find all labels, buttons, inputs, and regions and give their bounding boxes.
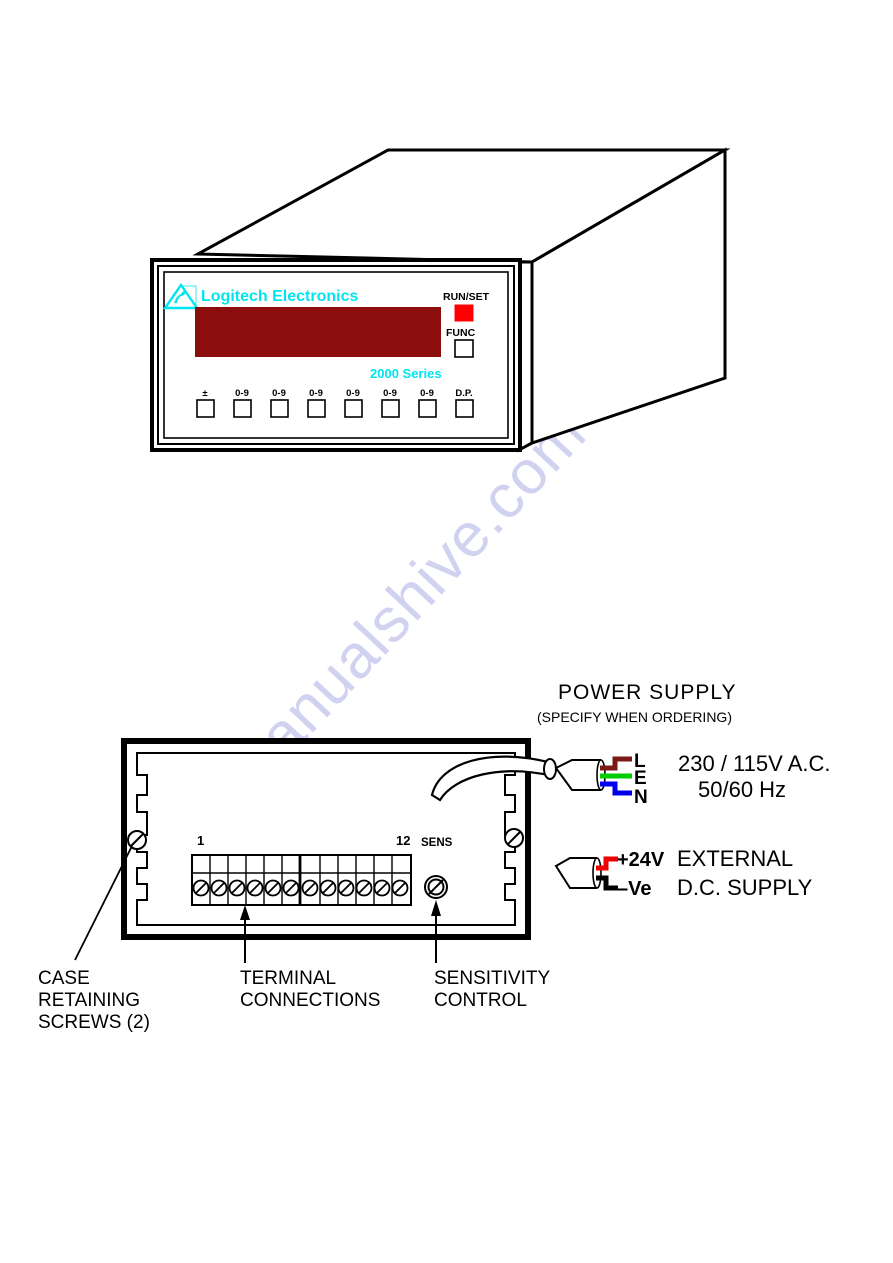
- series-label: 2000 Series: [370, 366, 442, 381]
- dc-connector-icon: [554, 857, 602, 889]
- caption-line: CONNECTIONS: [240, 990, 380, 1011]
- keypad-key-box[interactable]: [233, 399, 252, 418]
- caption-terminal-connections: TERMINAL CONNECTIONS: [240, 968, 380, 1011]
- keypad-key-label: 0-9: [346, 388, 360, 399]
- func-label: FUNC: [446, 327, 476, 339]
- func-button[interactable]: [454, 339, 474, 358]
- run-set-label: RUN/SET: [443, 291, 490, 303]
- caption-case-screws: CASE RETAINING SCREWS (2): [38, 968, 150, 1033]
- caption-line: SENSITIVITY: [434, 968, 550, 989]
- terminal-screw: [192, 879, 210, 897]
- ac-wire-label-n: N: [634, 787, 648, 808]
- terminal-screw: [391, 879, 409, 897]
- technical-diagram-page: manualshive.com Logitech Electronics 200…: [0, 0, 893, 1263]
- captions: CASE RETAINING SCREWS (2) TERMINAL CONNE…: [38, 968, 550, 1033]
- potentiometer-icon[interactable]: [424, 875, 448, 899]
- dc-wire-label-positive: +24V: [617, 849, 665, 871]
- caption-line: RETAINING: [38, 990, 140, 1011]
- keypad-key-box[interactable]: [307, 399, 326, 418]
- keypad-key-box[interactable]: [418, 399, 437, 418]
- terminal-screw: [264, 879, 282, 897]
- keypad-key-4[interactable]: 0-9: [344, 388, 363, 418]
- keypad-key-box[interactable]: [344, 399, 363, 418]
- keypad-key-7[interactable]: D.P.: [455, 388, 474, 418]
- terminal-screw: [355, 879, 373, 897]
- ac-connector-icon: [554, 759, 606, 791]
- caption-line: SCREWS (2): [38, 1012, 150, 1033]
- terminal-number-first: 1: [197, 833, 204, 848]
- terminal-screw: [246, 879, 264, 897]
- dc-supply-line2: D.C. SUPPLY: [677, 875, 813, 900]
- keypad-key-label: D.P.: [455, 388, 472, 399]
- keypad-key-box[interactable]: [381, 399, 400, 418]
- keypad-key-label: ±: [202, 388, 207, 399]
- terminal-screw: [337, 879, 355, 897]
- ac-voltage-line2: 50/60 Hz: [698, 777, 786, 802]
- caption-sensitivity-control: SENSITIVITY CONTROL: [434, 968, 550, 1011]
- terminal-block: [191, 854, 412, 906]
- terminal-screw: [228, 879, 246, 897]
- case-retaining-screw-right[interactable]: [504, 828, 524, 848]
- sens-label: SENS: [421, 837, 453, 849]
- dc-supply-line1: EXTERNAL: [677, 846, 793, 871]
- led-display: [195, 307, 441, 357]
- ac-wire-neutral: N: [600, 781, 648, 808]
- power-supply-title: POWER SUPPLY: [558, 681, 736, 704]
- keypad-key-2[interactable]: 0-9: [270, 388, 289, 418]
- keypad-key-label: 0-9: [309, 388, 323, 399]
- diagram-canvas: manualshive.com Logitech Electronics 200…: [0, 0, 893, 1263]
- dc-wire-negative: –Ve: [596, 875, 651, 900]
- keypad-key-box[interactable]: [270, 399, 289, 418]
- caption-line: CASE: [38, 968, 90, 989]
- brand-name: Logitech Electronics: [201, 288, 358, 305]
- keypad-key-label: 0-9: [420, 388, 434, 399]
- keypad-key-box[interactable]: [455, 399, 474, 418]
- run-set-button[interactable]: [454, 304, 474, 322]
- terminal-screw: [301, 879, 319, 897]
- terminal-screw: [282, 879, 300, 897]
- terminal-number-last: 12: [396, 833, 410, 848]
- keypad-key-5[interactable]: 0-9: [381, 388, 400, 418]
- keypad-key-3[interactable]: 0-9: [307, 388, 326, 418]
- dc-wire-positive: +24V: [596, 849, 665, 871]
- power-supply-subtitle: (SPECIFY WHEN ORDERING): [537, 709, 732, 725]
- power-supply-annotation: POWER SUPPLY (SPECIFY WHEN ORDERING) L E…: [537, 681, 830, 808]
- keypad-key-6[interactable]: 0-9: [418, 388, 437, 418]
- caption-line: TERMINAL: [240, 968, 336, 989]
- terminal-screw: [373, 879, 391, 897]
- keypad-key-label: 0-9: [272, 388, 286, 399]
- ac-wire-label-e: E: [634, 768, 647, 789]
- case-retaining-screw-left[interactable]: [127, 830, 147, 850]
- rear-panel-view: 1 12 SENS: [121, 738, 557, 940]
- ac-voltage-line1: 230 / 115V A.C.: [678, 751, 830, 776]
- keypad-key-label: 0-9: [235, 388, 249, 399]
- keypad-key-box[interactable]: [196, 399, 215, 418]
- dc-supply-annotation: +24V –Ve EXTERNAL D.C. SUPPLY: [554, 846, 813, 900]
- terminal-screw: [319, 879, 337, 897]
- terminal-screw: [210, 879, 228, 897]
- dc-wire-label-negative: –Ve: [617, 878, 651, 900]
- terminal-block-body: [191, 854, 412, 906]
- front-unit-isometric: Logitech Electronics 2000 Series RUN/SET…: [150, 147, 731, 453]
- keypad-key-label: 0-9: [383, 388, 397, 399]
- keypad-key-1[interactable]: 0-9: [233, 388, 252, 418]
- caption-line: CONTROL: [434, 990, 527, 1011]
